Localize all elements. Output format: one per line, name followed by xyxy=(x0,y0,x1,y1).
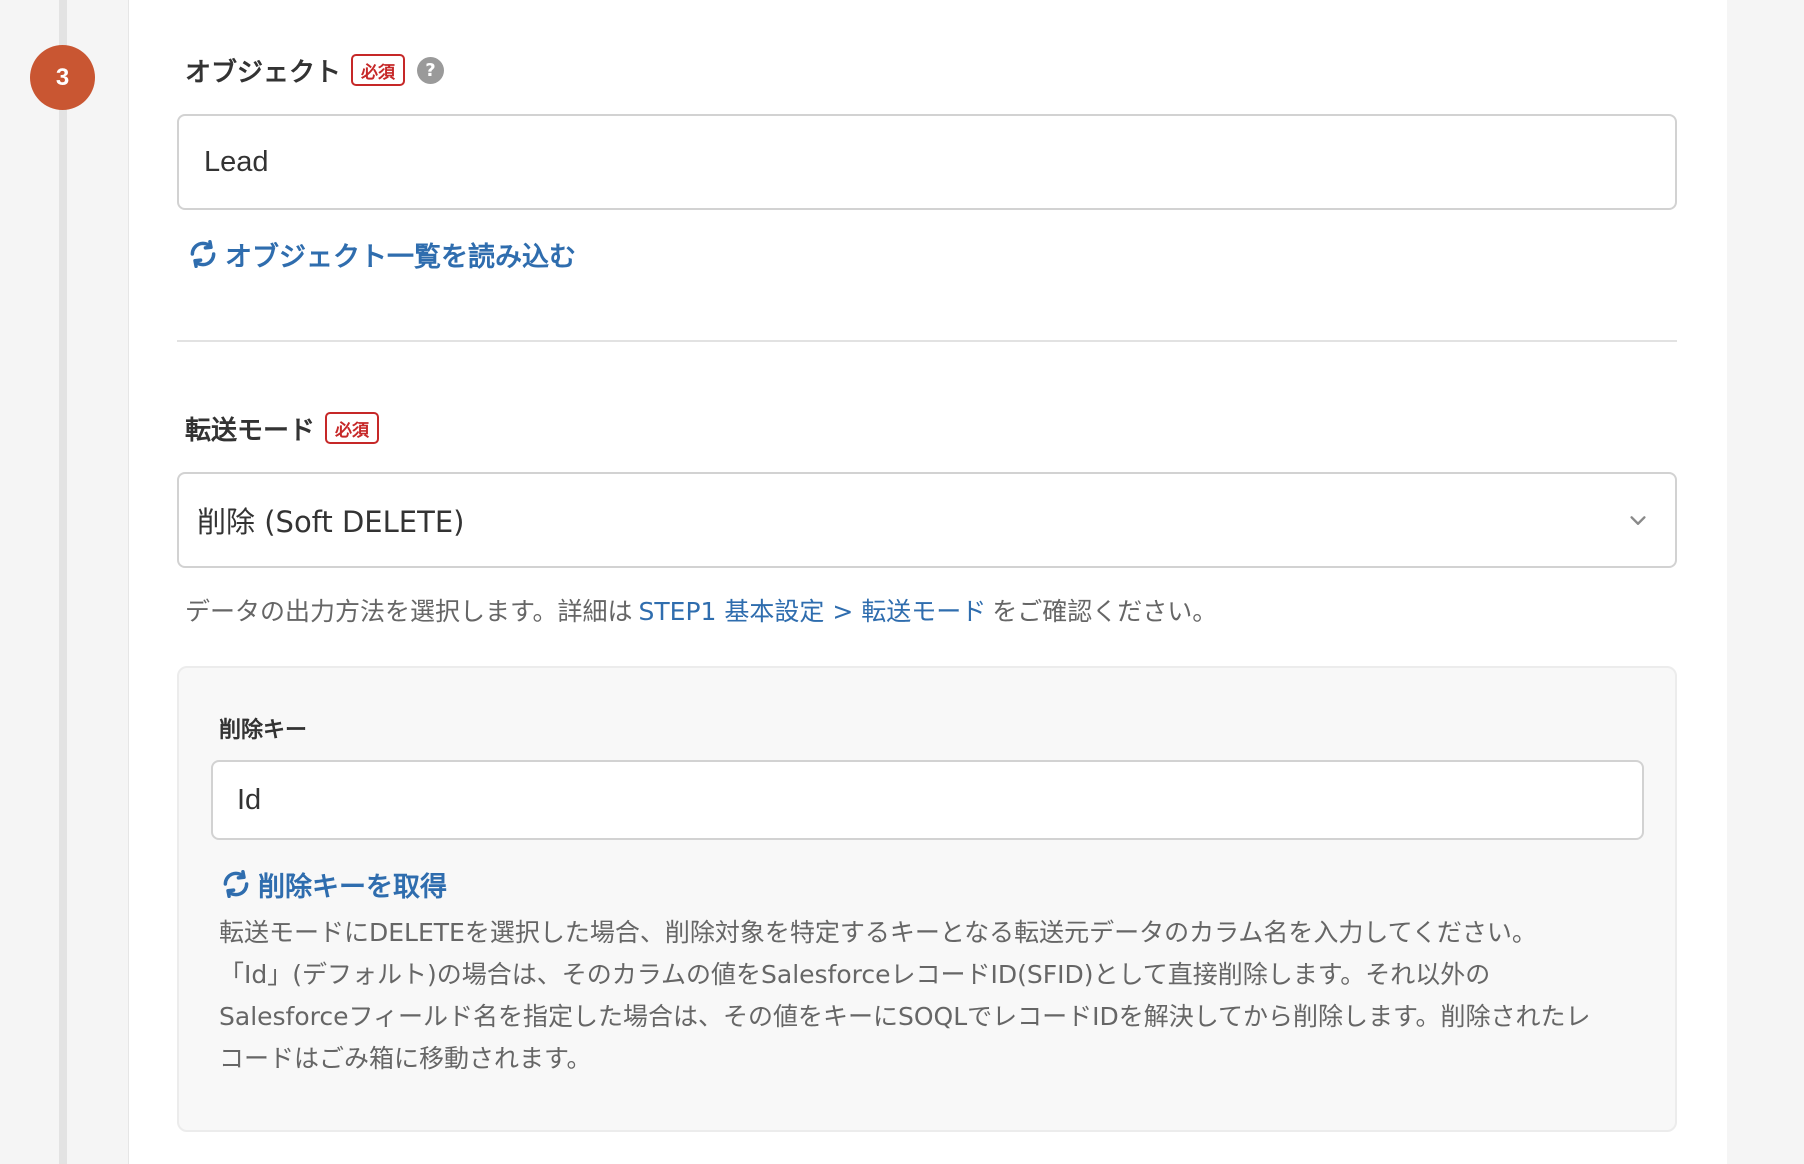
transfer-mode-help: データの出力方法を選択します。詳細は STEP1 基本設定 > 転送モード をご確認… xyxy=(185,592,1217,628)
transfer-mode-selected-value: 削除 (Soft DELETE) xyxy=(197,505,465,539)
object-label-text: オブジェクト xyxy=(185,57,342,88)
required-badge: 必須 xyxy=(325,412,380,444)
delete-key-label: 削除キー xyxy=(219,718,308,743)
help-suffix: をご確認ください。 xyxy=(992,597,1218,626)
description-line: Salesforceフィールド名を指定した場合は、その値をキーにSOQLでレコー… xyxy=(219,1002,1591,1031)
timeline-line xyxy=(59,0,67,1164)
help-icon[interactable]: ? xyxy=(417,56,445,84)
section-divider xyxy=(177,340,1677,342)
fetch-delete-key-label: 削除キーを取得 xyxy=(258,871,447,903)
transfer-mode-label-text: 転送モード xyxy=(185,415,316,446)
refresh-icon xyxy=(223,870,249,898)
transfer-mode-doc-link[interactable]: STEP1 基本設定 > 転送モード xyxy=(639,597,987,626)
chevron-down-icon xyxy=(1630,516,1646,525)
delete-key-input[interactable] xyxy=(211,760,1644,840)
step-number-badge: 3 xyxy=(30,45,95,110)
transfer-mode-label: 転送モード 必須 xyxy=(185,410,380,446)
description-line: コードはごみ箱に移動されます。 xyxy=(219,1044,592,1073)
description-line: 「Id」(デフォルト)の場合は、そのカラムの値をSalesforceレコードID… xyxy=(219,960,1491,989)
object-input[interactable] xyxy=(177,114,1677,210)
load-objects-link[interactable]: オブジェクト一覧を読み込む xyxy=(187,236,576,273)
right-gutter xyxy=(1727,0,1804,1164)
load-objects-label: オブジェクト一覧を読み込む xyxy=(225,241,576,273)
refresh-icon xyxy=(190,240,216,268)
object-field-label: オブジェクト 必須 ? xyxy=(185,52,445,88)
transfer-mode-select[interactable]: 削除 (Soft DELETE) xyxy=(177,472,1677,568)
description-line: 転送モードにDELETEを選択した場合、削除対象を特定するキーとなる転送元データ… xyxy=(219,918,1537,947)
help-prefix: データの出力方法を選択します。詳細は xyxy=(185,597,633,626)
fetch-delete-key-link[interactable]: 削除キーを取得 xyxy=(220,866,447,903)
required-badge: 必須 xyxy=(351,54,406,86)
delete-key-description: 転送モードにDELETEを選択した場合、削除対象を特定するキーとなる転送元データ… xyxy=(219,912,1639,1080)
